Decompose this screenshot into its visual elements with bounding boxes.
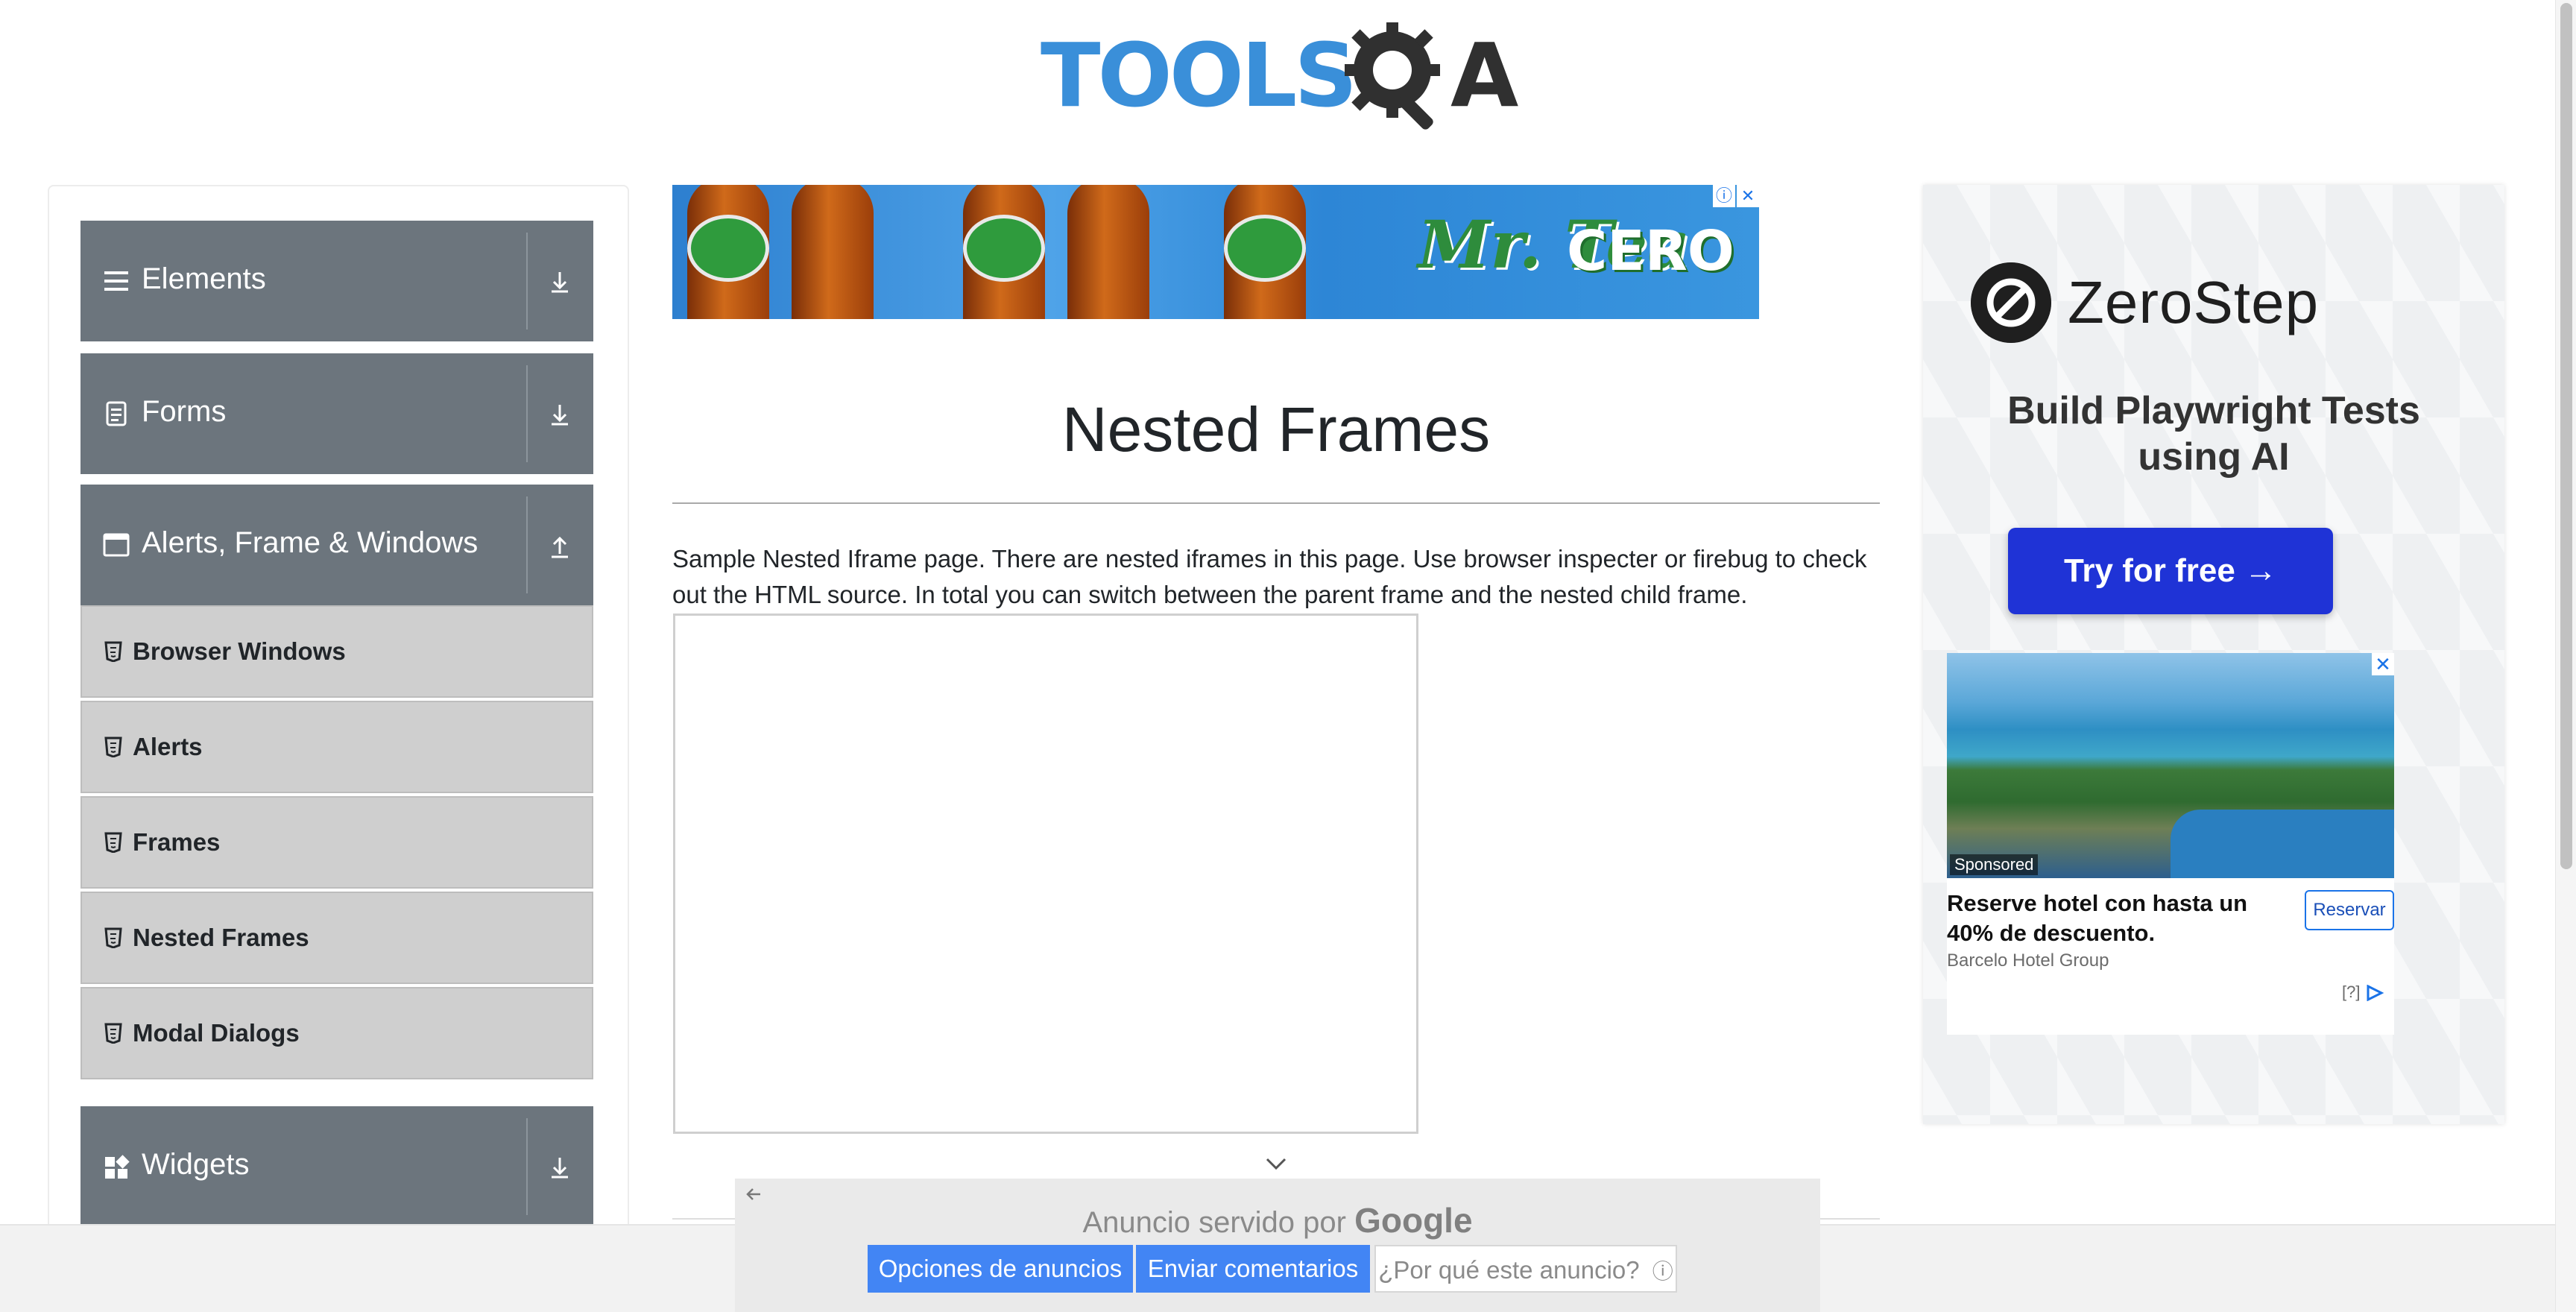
hotel-advertiser: Barcelo Hotel Group [1947, 950, 2109, 971]
title-divider [672, 502, 1880, 504]
ad-bottle-label [687, 215, 769, 282]
adchoices-label: [?] [2342, 983, 2361, 1001]
html5-icon [104, 832, 122, 853]
logo-text-tools: TOOLS [1041, 24, 1357, 127]
toolsqa-logo[interactable]: TOOLS A [1036, 21, 1521, 140]
document-icon [106, 401, 127, 426]
ad-served-prefix: Anuncio servido por [1082, 1206, 1346, 1239]
download-arrow-icon [552, 405, 568, 426]
upload-arrow-icon [552, 536, 568, 558]
adchoices-icon[interactable]: [?] [2342, 981, 2394, 1003]
sidebar-item-browser-windows[interactable]: Browser Windows [80, 605, 593, 698]
sidebar-item-label: Modal Dialogs [133, 1019, 300, 1047]
close-icon[interactable]: ✕ [2372, 653, 2394, 675]
zerostep-brand: ZeroStep [2068, 269, 2320, 335]
page-description: Sample Nested Iframe page. There are nes… [672, 545, 1867, 608]
sidebar-item-nested-frames[interactable]: Nested Frames [80, 892, 593, 984]
hamburger-icon [104, 271, 128, 291]
gear-magnifier-icon [1345, 22, 1440, 130]
logo-text-a: A [1450, 24, 1519, 127]
info-icon: ⓘ [1652, 1260, 1673, 1283]
ad-product-text: CERO [1567, 219, 1734, 283]
sidebar-item-label: Alerts [133, 733, 203, 760]
reservar-button[interactable]: Reservar [2305, 890, 2394, 930]
ad-bottle-image [1067, 185, 1149, 319]
top-banner-ad[interactable]: Mr. Tea CERO ⓘ ✕ [672, 185, 1759, 319]
window-icon [103, 533, 130, 557]
chevron-down-icon[interactable] [1264, 1153, 1288, 1174]
sidebar-item-label: Frames [133, 828, 221, 856]
sidebar-item-modal-dialogs[interactable]: Modal Dialogs [80, 987, 593, 1079]
close-icon[interactable]: ✕ [1737, 185, 1759, 207]
zerostep-logo-icon [1971, 262, 2051, 343]
google-ad-feedback-bar: Anuncio servido por Google Opciones de a… [735, 1179, 1820, 1312]
html5-icon [104, 1023, 122, 1044]
html5-icon [104, 641, 122, 662]
widgets-icon [105, 1155, 130, 1179]
hotel-ad-card[interactable]: Sponsored ✕ Reserve hotel con hasta un 4… [1947, 653, 2394, 1035]
hotel-ad-title[interactable]: Reserve hotel con hasta un 40% de descue… [1947, 889, 2282, 948]
hotel-resort-image: Sponsored [1947, 653, 2394, 878]
scrollbar-thumb[interactable] [2560, 3, 2572, 869]
sidebar-group-label: Alerts, Frame & Windows [142, 526, 479, 559]
sidebar-group-elements[interactable]: Elements [80, 221, 593, 341]
info-icon[interactable]: ⓘ [1713, 185, 1735, 207]
play-icon [2367, 984, 2384, 1002]
google-wordmark: Google [1354, 1201, 1473, 1240]
sidebar-group-label: Elements [142, 262, 266, 295]
download-arrow-icon [552, 272, 568, 293]
ad-bottle-label [963, 215, 1045, 282]
try-for-free-button[interactable]: Try for free → [2008, 528, 2333, 614]
divider [526, 496, 528, 593]
sidebar-group-forms[interactable]: Forms [80, 353, 593, 474]
sponsored-label: Sponsored [1950, 854, 2039, 875]
page-title: Nested Frames [1061, 394, 1491, 464]
sidebar-item-frames[interactable]: Frames [80, 796, 593, 889]
sidebar-item-label: Browser Windows [133, 637, 346, 665]
ad-bottle-label [1224, 215, 1306, 282]
page-scrollbar[interactable] [2555, 0, 2576, 1312]
ad-served-by-google: Anuncio servido por Google [735, 1201, 1820, 1242]
why-this-ad-button[interactable]: ¿Por qué este anuncio? ⓘ [1374, 1245, 1677, 1293]
why-this-ad-label: ¿Por qué este anuncio? [1378, 1256, 1640, 1284]
ad-options-button[interactable]: Opciones de anuncios [868, 1245, 1133, 1293]
left-sidebar: Elements Forms Alerts, Frame & Windows B… [48, 185, 629, 1312]
divider [526, 365, 528, 462]
ad-bottle-image [792, 185, 874, 319]
parent-iframe[interactable] [673, 614, 1418, 1134]
sidebar-group-label: Forms [142, 395, 227, 428]
sidebar-group-widgets[interactable]: Widgets [80, 1106, 593, 1227]
sidebar-item-alerts[interactable]: Alerts [80, 701, 593, 793]
divider [526, 233, 528, 329]
divider [526, 1118, 528, 1215]
right-side-ad[interactable]: ZeroStep Build Playwright Tests using AI… [1923, 185, 2504, 1124]
send-feedback-button[interactable]: Enviar comentarios [1136, 1245, 1370, 1293]
html5-icon [104, 927, 122, 948]
sidebar-item-label: Nested Frames [133, 924, 309, 951]
pool-shape [2171, 810, 2394, 878]
sidebar-group-label: Widgets [142, 1148, 250, 1181]
zerostep-tagline: Build Playwright Tests using AI [2007, 389, 2420, 479]
sidebar-group-alerts-frame-windows[interactable]: Alerts, Frame & Windows [80, 485, 593, 605]
download-arrow-icon [552, 1158, 568, 1179]
html5-icon [104, 737, 122, 757]
